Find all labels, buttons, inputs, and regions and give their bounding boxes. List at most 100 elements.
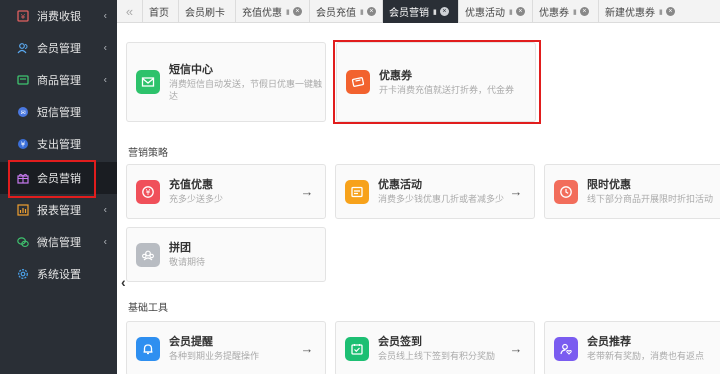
tab-bar: « 首页 会员刷卡 充值优惠 ▮ × 会员充值 ▮ × 会员营销 ▮ × 优惠活…: [117, 0, 720, 23]
card-title: 限时优惠: [587, 179, 631, 191]
sidebar-item-goods[interactable]: 商品管理 ‹: [0, 64, 117, 96]
yuan-icon: ¥: [136, 179, 160, 204]
calendar-check-icon: [345, 336, 369, 361]
sidebar: ¥ 消费收银 ‹ 会员管理 ‹ 商品管理 ‹ ✉ 短信管理 ¥ 支出管理 会员营…: [0, 0, 117, 374]
close-icon[interactable]: ×: [515, 7, 525, 16]
clock-icon: [554, 179, 578, 204]
goods-icon: [17, 74, 29, 86]
sidebar-item-settings[interactable]: 系统设置: [0, 258, 117, 290]
sidebar-item-label: 商品管理: [37, 75, 81, 87]
sidebar-item-expense[interactable]: ¥ 支出管理: [0, 128, 117, 160]
arrow-right-icon[interactable]: →: [506, 341, 526, 356]
sidebar-item-label: 报表管理: [37, 205, 81, 217]
arrow-right-icon[interactable]: →: [506, 184, 526, 199]
pin-icon[interactable]: ▮: [659, 8, 663, 16]
card-member-reminder[interactable]: 会员提醒 各种到期业务提醒操作 →: [126, 321, 326, 374]
close-icon[interactable]: ×: [579, 7, 589, 16]
card-member-referral[interactable]: 会员推荐 老带新有奖励，消费也有返点 →: [544, 321, 720, 374]
settings-icon: [17, 268, 29, 280]
svg-text:¥: ¥: [21, 13, 26, 21]
user-heart-icon: [554, 336, 578, 361]
double-chevron-left-icon: «: [125, 4, 134, 19]
sidebar-item-label: 会员管理: [37, 43, 81, 55]
chevron-left-icon: ‹: [103, 236, 107, 248]
sms-icon: ✉: [17, 106, 29, 118]
svg-text:¥: ¥: [21, 141, 26, 149]
tab-promotions[interactable]: 优惠活动 ▮ ×: [459, 0, 533, 23]
expense-icon: ¥: [17, 138, 29, 150]
card-desc: 敬请期待: [169, 257, 206, 267]
arrow-right-icon[interactable]: →: [715, 184, 720, 199]
sidebar-item-label: 系统设置: [37, 269, 81, 281]
close-icon[interactable]: ×: [292, 7, 302, 16]
members-icon: [17, 42, 29, 54]
pin-icon[interactable]: ▮: [433, 8, 437, 16]
close-icon[interactable]: ×: [439, 7, 449, 16]
card-recharge-discount[interactable]: ¥ 充值优惠 充多少送多少 →: [126, 164, 326, 219]
group-icon: [136, 242, 160, 267]
chevron-left-icon: ‹: [103, 42, 107, 54]
tabs-prev-button[interactable]: «: [117, 0, 143, 23]
arrow-right-icon[interactable]: →: [297, 341, 317, 356]
sidebar-item-reports[interactable]: 报表管理 ‹: [0, 194, 117, 226]
tab-member-card[interactable]: 会员刷卡: [179, 0, 236, 23]
card-desc: 老带新有奖励，消费也有返点: [587, 351, 705, 361]
card-title: 会员提醒: [169, 336, 213, 348]
cashier-icon: ¥: [17, 10, 29, 22]
section-title-tools: 基础工具: [128, 303, 168, 314]
sidebar-item-cashier[interactable]: ¥ 消费收银 ‹: [0, 0, 117, 32]
card-title: 会员签到: [378, 336, 422, 348]
tab-label: 会员刷卡: [185, 8, 225, 19]
card-member-checkin[interactable]: 会员签到 会员线上线下签到有积分奖励 →: [335, 321, 535, 374]
pin-icon[interactable]: ▮: [509, 8, 513, 16]
sidebar-item-wechat[interactable]: 微信管理 ‹: [0, 226, 117, 258]
sidebar-item-label: 微信管理: [37, 237, 81, 249]
card-desc: 会员线上线下签到有积分奖励: [378, 351, 496, 361]
close-icon[interactable]: ×: [366, 7, 376, 16]
sidebar-highlight-box: [8, 160, 96, 198]
pin-icon[interactable]: ▮: [286, 8, 290, 16]
tab-label: 优惠券: [539, 8, 569, 19]
card-group-buy[interactable]: 拼团 敬请期待: [126, 227, 326, 282]
card-sms-center[interactable]: 短信中心 消费短信自动发送，节假日优惠一键触达: [126, 42, 326, 122]
close-icon[interactable]: ×: [665, 7, 675, 16]
card-title: 拼团: [169, 242, 191, 254]
card-promotions[interactable]: 优惠活动 消费多少钱优惠几折或者减多少 →: [335, 164, 535, 219]
bell-icon: [136, 336, 160, 361]
card-desc: 充多少送多少: [169, 194, 224, 204]
arrow-right-icon[interactable]: →: [715, 341, 720, 356]
tab-member-marketing[interactable]: 会员营销 ▮ ×: [383, 0, 459, 23]
sidebar-item-sms[interactable]: ✉ 短信管理: [0, 96, 117, 128]
tab-home[interactable]: 首页: [143, 0, 179, 23]
tab-new-coupon[interactable]: 新建优惠券 ▮ ×: [599, 0, 681, 23]
chevron-left-icon: ‹: [103, 204, 107, 216]
card-desc: 消费多少钱优惠几折或者减多少: [378, 194, 505, 204]
svg-text:✉: ✉: [20, 110, 25, 117]
pin-icon[interactable]: ▮: [573, 8, 577, 16]
coupon-highlight-box: [333, 40, 541, 124]
tab-recharge-discount[interactable]: 充值优惠 ▮ ×: [236, 0, 310, 23]
card-title: 充值优惠: [169, 179, 213, 191]
tab-label: 首页: [149, 8, 169, 19]
tab-member-recharge[interactable]: 会员充值 ▮ ×: [310, 0, 383, 23]
sidebar-item-members[interactable]: 会员管理 ‹: [0, 32, 117, 64]
arrow-right-icon[interactable]: →: [297, 184, 317, 199]
main-content: 短信中心 消费短信自动发送，节假日优惠一键触达 优惠券 开卡消费充值就送打折券，…: [117, 23, 720, 374]
tab-coupons[interactable]: 优惠券 ▮ ×: [533, 0, 599, 23]
pin-icon[interactable]: ▮: [360, 8, 364, 16]
chevron-left-icon: ‹: [103, 10, 107, 22]
section-title-marketing: 营销策略: [128, 148, 168, 159]
card-title: 会员推荐: [587, 336, 631, 348]
card-limited-time[interactable]: 限时优惠 线下部分商品开展限时折扣活动 →: [544, 164, 720, 219]
collapse-sidebar-icon[interactable]: ‹: [121, 274, 126, 290]
tab-label: 新建优惠券: [605, 8, 655, 19]
card-title: 短信中心: [169, 63, 213, 76]
envelope-icon: [136, 70, 160, 94]
card-desc: 消费短信自动发送，节假日优惠一键触达: [169, 78, 323, 101]
tab-label: 会员营销: [389, 8, 429, 19]
card-desc: 各种到期业务提醒操作: [169, 351, 260, 361]
chevron-left-icon: ‹: [103, 74, 107, 86]
svg-text:¥: ¥: [146, 187, 151, 196]
card-desc: 线下部分商品开展限时折扣活动: [587, 194, 714, 204]
wechat-icon: [17, 236, 29, 248]
